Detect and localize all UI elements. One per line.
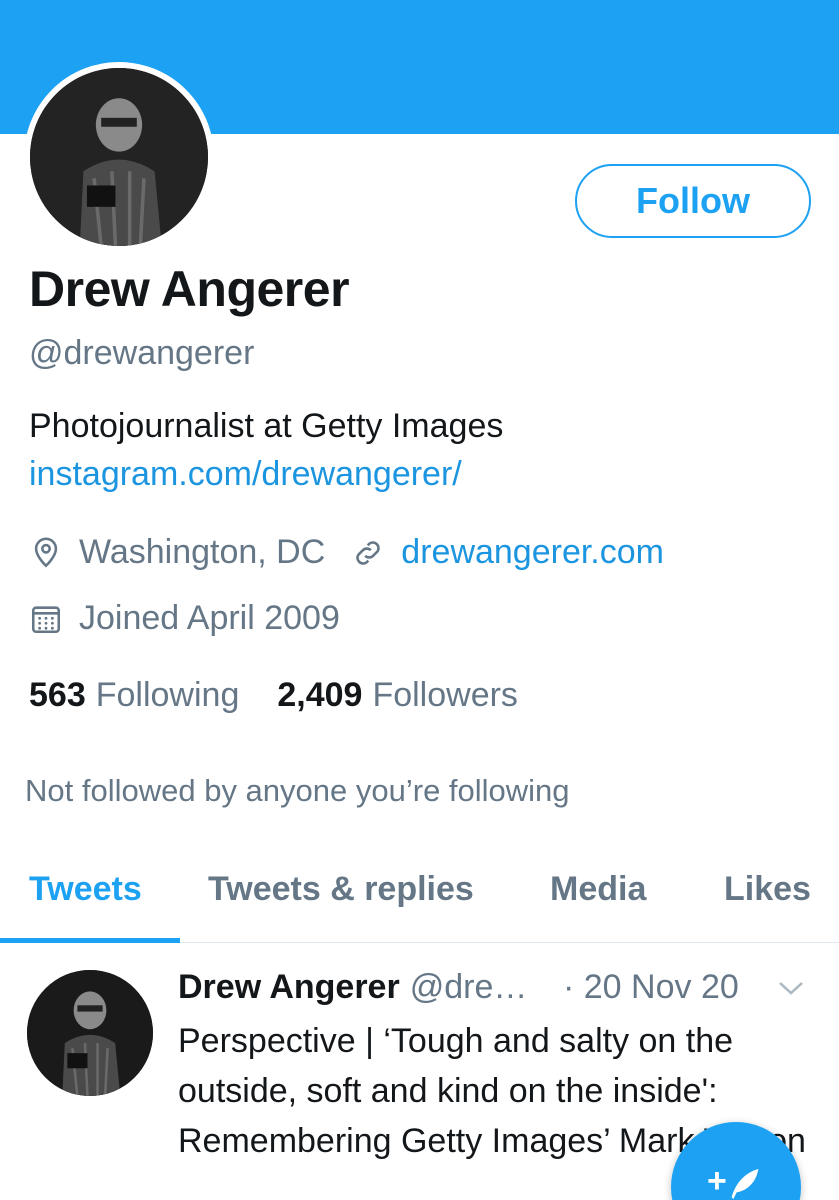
following-count: 563 <box>29 676 86 714</box>
tweet-date[interactable]: · 20 Nov 20 <box>563 968 739 1007</box>
tab-media[interactable]: Media <box>550 870 646 909</box>
profile-bio: Photojournalist at Getty Images <box>29 407 504 445</box>
social-context: Not followed by anyone you’re following <box>25 773 570 808</box>
profile-handle: @drewangerer <box>29 334 255 372</box>
plus-icon: + <box>707 1162 727 1200</box>
calendar-icon <box>29 602 63 636</box>
profile-avatar[interactable] <box>24 62 214 252</box>
profile-location: Washington, DC <box>79 533 326 571</box>
following-label: Following <box>95 676 240 714</box>
profile-name: Drew Angerer <box>29 261 350 317</box>
link-icon <box>351 536 385 570</box>
follow-button[interactable]: Follow <box>575 164 811 238</box>
compose-quill-icon <box>731 1169 759 1199</box>
location-pin-icon <box>29 536 63 570</box>
tweet-author-handle[interactable]: @dre… <box>410 968 528 1007</box>
profile-tabs: Tweets Tweets & replies Media Likes <box>0 848 839 943</box>
followers-label: Followers <box>372 676 518 714</box>
tab-tweets[interactable]: Tweets <box>29 870 142 909</box>
followers-stat[interactable]: 2,409 Followers <box>277 676 518 715</box>
profile-joined: Joined April 2009 <box>79 599 340 637</box>
tab-tweets-replies[interactable]: Tweets & replies <box>208 870 474 909</box>
bio-instagram-link[interactable]: instagram.com/drewangerer/ <box>29 455 462 494</box>
tweet-author-name[interactable]: Drew Angerer <box>178 968 400 1007</box>
tweet-header: Drew Angerer @dre… <box>178 968 527 1007</box>
tweet-avatar-photo <box>27 970 153 1096</box>
chevron-down-icon[interactable] <box>776 976 806 1000</box>
tab-likes[interactable]: Likes <box>724 870 811 909</box>
active-tab-indicator <box>0 938 180 943</box>
following-stat[interactable]: 563 Following <box>29 676 239 715</box>
followers-count: 2,409 <box>277 676 363 714</box>
profile-website-link[interactable]: drewangerer.com <box>401 533 664 572</box>
profile-meta-joined: Joined April 2009 <box>29 599 340 638</box>
profile-meta-location-website: Washington, DC drewangerer.com <box>29 533 664 572</box>
profile-stats: 563 Following 2,409 Followers <box>29 676 518 715</box>
avatar-photo <box>30 68 208 246</box>
tweet-avatar[interactable] <box>27 970 153 1096</box>
